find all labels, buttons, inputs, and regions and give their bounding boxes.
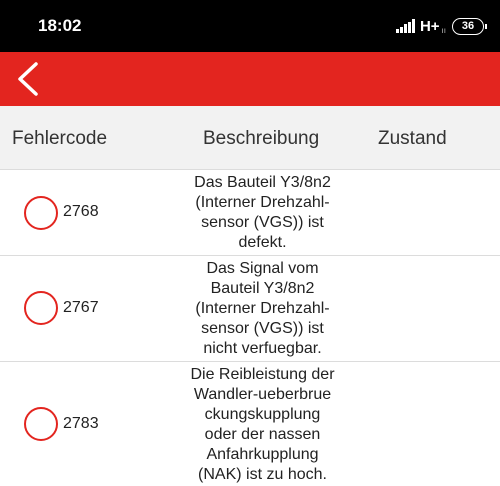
table-row[interactable]: 2767 Das Signal vom Bauteil Y3/8n2 (Inte… bbox=[0, 256, 500, 362]
fault-code: 2768 bbox=[63, 203, 99, 220]
fault-description: Die Reibleistung der Wandler-ueberbrue c… bbox=[190, 366, 335, 483]
table-row[interactable]: 2768 Das Bauteil Y3/8n2 (Interner Drehza… bbox=[0, 170, 500, 256]
fault-code: 2783 bbox=[63, 415, 99, 432]
network-activity-icon: ıı bbox=[441, 25, 446, 35]
table-header: Fehlercode Beschreibung Zustand bbox=[0, 106, 500, 170]
row-select-radio[interactable] bbox=[24, 291, 58, 325]
status-bar: 18:02 H+ ıı 36 bbox=[0, 0, 500, 52]
header-fehlercode: Fehlercode bbox=[12, 128, 108, 149]
fault-code: 2767 bbox=[63, 299, 99, 316]
network-type: H+ bbox=[419, 17, 440, 35]
signal-strength-icon bbox=[395, 19, 416, 33]
table-row[interactable]: 2783 Die Reibleistung der Wandler-ueberb… bbox=[0, 362, 500, 486]
battery-icon: 36 bbox=[452, 17, 487, 35]
row-select-radio[interactable] bbox=[24, 407, 58, 441]
app-bar bbox=[0, 52, 500, 106]
status-time: 18:02 bbox=[38, 16, 82, 35]
status-icons: H+ ıı 36 bbox=[395, 15, 487, 37]
fault-description: Das Signal vom Bauteil Y3/8n2 (Interner … bbox=[195, 260, 330, 357]
header-zustand: Zustand bbox=[378, 128, 447, 149]
back-button[interactable] bbox=[10, 58, 52, 100]
fault-description: Das Bauteil Y3/8n2 (Interner Drehzahl- s… bbox=[194, 174, 331, 251]
header-beschreibung: Beschreibung bbox=[203, 128, 320, 149]
row-select-radio[interactable] bbox=[24, 196, 58, 230]
chevron-left-icon bbox=[18, 62, 38, 96]
